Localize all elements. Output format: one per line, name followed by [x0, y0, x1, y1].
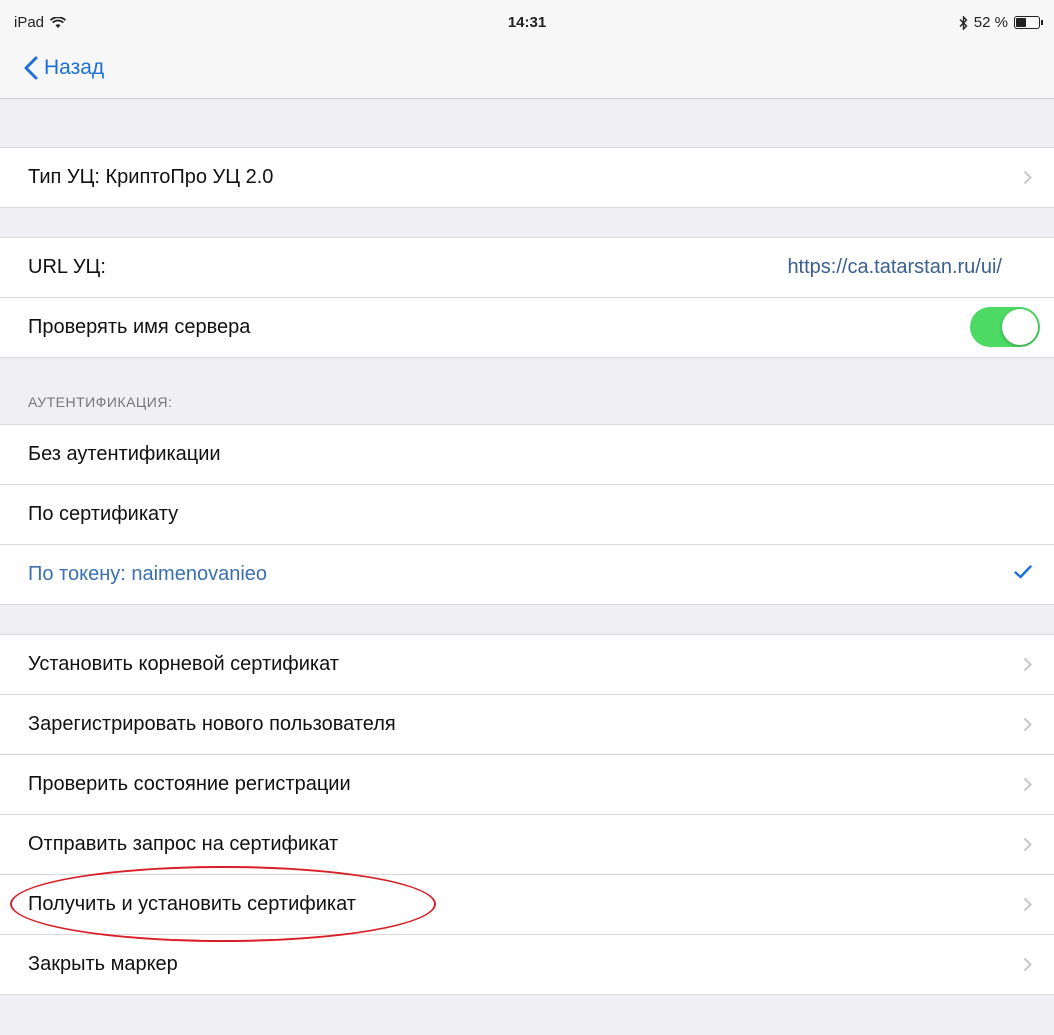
- chevron-right-icon: [1023, 957, 1032, 972]
- action-label: Получить и установить сертификат: [28, 893, 356, 915]
- ca-type-row[interactable]: Тип УЦ: КриптоПро УЦ 2.0: [0, 148, 1054, 207]
- section-gap: [0, 99, 1054, 148]
- action-label: Закрыть маркер: [28, 953, 178, 975]
- chevron-right-icon: [1023, 170, 1032, 185]
- toggle-knob: [1002, 309, 1038, 345]
- ca-url-label: URL УЦ:: [28, 256, 106, 278]
- auth-section-header: АУТЕНТИФИКАЦИЯ:: [0, 357, 1054, 425]
- chevron-right-icon: [1023, 837, 1032, 852]
- checkmark-icon: [1014, 565, 1032, 579]
- chevron-left-icon: [24, 56, 38, 80]
- action-send-cert-request[interactable]: Отправить запрос на сертификат: [0, 815, 1054, 875]
- action-get-install-cert[interactable]: Получить и установить сертификат: [0, 875, 1054, 935]
- ca-type-label: Тип УЦ: КриптоПро УЦ 2.0: [28, 166, 274, 188]
- battery-fill: [1016, 18, 1026, 27]
- action-label: Зарегистрировать нового пользователя: [28, 713, 396, 735]
- action-register-user[interactable]: Зарегистрировать нового пользователя: [0, 695, 1054, 755]
- auth-option-certificate[interactable]: По сертификату: [0, 485, 1054, 545]
- section-gap: [0, 995, 1054, 1035]
- settings-list: Тип УЦ: КриптоПро УЦ 2.0 URL УЦ: https:/…: [0, 99, 1054, 1035]
- navigation-bar: Назад: [0, 42, 1054, 99]
- clock: 14:31: [507, 14, 547, 31]
- action-label: Отправить запрос на сертификат: [28, 833, 339, 855]
- auth-option-label: Без аутентификации: [28, 443, 221, 465]
- action-install-root-cert[interactable]: Установить корневой сертификат: [0, 635, 1054, 695]
- back-button[interactable]: Назад: [24, 56, 104, 80]
- bluetooth-icon: [959, 15, 968, 30]
- chevron-right-icon: [1023, 717, 1032, 732]
- auth-option-token[interactable]: По токену: naimenovanieo: [0, 545, 1054, 604]
- action-label: Проверить состояние регистрации: [28, 773, 351, 795]
- verify-server-label: Проверять имя сервера: [28, 316, 251, 338]
- section-gap: [0, 604, 1054, 635]
- section-gap: [0, 207, 1054, 238]
- chevron-right-icon: [1023, 657, 1032, 672]
- chevron-right-icon: [1023, 777, 1032, 792]
- action-close-token[interactable]: Закрыть маркер: [0, 935, 1054, 995]
- chevron-right-icon: [1023, 897, 1032, 912]
- verify-server-row: Проверять имя сервера: [0, 298, 1054, 357]
- ca-url-row[interactable]: URL УЦ: https://ca.tatarstan.ru/ui/: [0, 238, 1054, 298]
- battery-icon: [1014, 16, 1043, 29]
- battery-percent: 52 %: [973, 14, 1008, 31]
- status-right: 52 %: [959, 14, 1043, 31]
- ca-url-value[interactable]: https://ca.tatarstan.ru/ui/: [787, 256, 1002, 279]
- auth-option-label: По токену: naimenovanieo: [28, 563, 268, 585]
- verify-server-toggle[interactable]: [970, 307, 1040, 347]
- auth-option-label: По сертификату: [28, 503, 179, 525]
- auth-header-label: АУТЕНТИФИКАЦИЯ:: [28, 394, 173, 410]
- action-check-registration[interactable]: Проверить состояние регистрации: [0, 755, 1054, 815]
- action-label: Установить корневой сертификат: [28, 653, 339, 675]
- back-label: Назад: [44, 56, 105, 79]
- status-bar: iPad 14:31 52 %: [0, 0, 1054, 42]
- auth-option-none[interactable]: Без аутентификации: [0, 425, 1054, 485]
